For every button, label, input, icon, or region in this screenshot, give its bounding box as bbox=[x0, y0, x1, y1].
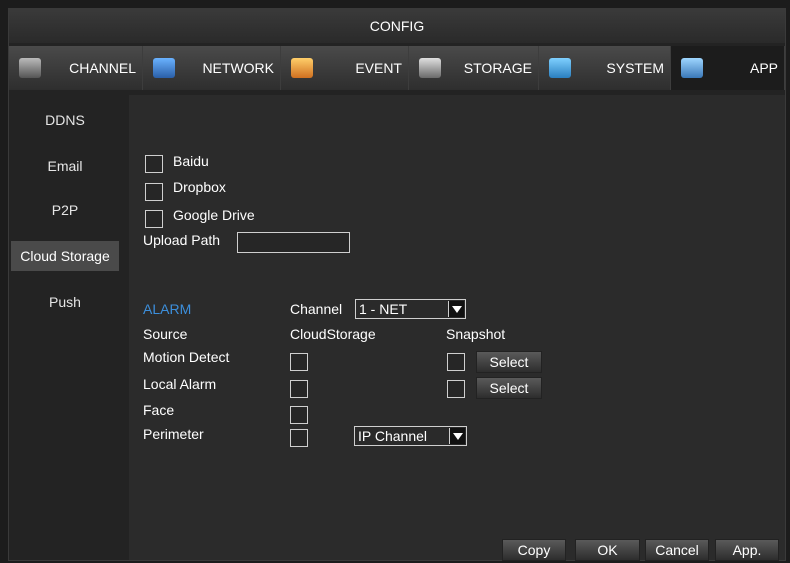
face-label: Face bbox=[143, 402, 175, 418]
storage-icon bbox=[419, 58, 441, 78]
sidebar-item-email[interactable]: Email bbox=[9, 151, 121, 181]
sidebar-item-cloud-storage[interactable]: Cloud Storage bbox=[11, 241, 119, 271]
google-drive-label: Google Drive bbox=[173, 207, 255, 223]
tab-event[interactable]: EVENT bbox=[281, 46, 409, 90]
source-header: Source bbox=[143, 326, 188, 342]
chevron-down-icon bbox=[449, 428, 465, 444]
channel-select-value: 1 - NET bbox=[359, 301, 408, 317]
dropbox-label: Dropbox bbox=[173, 179, 226, 195]
local-alarm-snapshot-checkbox[interactable] bbox=[447, 380, 465, 398]
tab-channel-label: CHANNEL bbox=[69, 60, 136, 76]
baidu-label: Baidu bbox=[173, 153, 209, 169]
config-window: CONFIG CHANNEL NETWORK EVENT STORAGE SYS… bbox=[8, 8, 786, 561]
sidebar-item-p2p[interactable]: P2P bbox=[9, 195, 121, 225]
tab-system[interactable]: SYSTEM bbox=[539, 46, 671, 90]
perimeter-channel-select[interactable]: IP Channel bbox=[354, 426, 467, 446]
cloud-storage-panel: Baidu Dropbox Google Drive Upload Path A… bbox=[129, 95, 785, 561]
snapshot-header: Snapshot bbox=[446, 326, 506, 342]
motion-detect-label: Motion Detect bbox=[143, 349, 230, 365]
network-icon bbox=[153, 58, 175, 78]
perimeter-cloud-checkbox[interactable] bbox=[290, 429, 308, 447]
local-alarm-label: Local Alarm bbox=[143, 376, 217, 392]
camera-icon bbox=[19, 58, 41, 78]
event-icon bbox=[291, 58, 313, 78]
window-title: CONFIG bbox=[9, 9, 785, 43]
motion-detect-select-button[interactable]: Select bbox=[476, 351, 542, 373]
apply-button[interactable]: App. bbox=[715, 539, 779, 561]
tab-network-label: NETWORK bbox=[202, 60, 274, 76]
perimeter-channel-value: IP Channel bbox=[358, 428, 428, 444]
local-alarm-cloud-checkbox[interactable] bbox=[290, 380, 308, 398]
channel-label: Channel bbox=[290, 301, 343, 317]
app-icon bbox=[681, 58, 703, 78]
tab-app-label: APP bbox=[749, 60, 778, 76]
tab-event-label: EVENT bbox=[355, 60, 402, 76]
sidebar-item-push[interactable]: Push bbox=[9, 287, 121, 317]
motion-detect-cloud-checkbox[interactable] bbox=[290, 353, 308, 371]
alarm-heading: ALARM bbox=[143, 301, 192, 317]
face-cloud-checkbox[interactable] bbox=[290, 406, 308, 424]
perimeter-label: Perimeter bbox=[143, 426, 204, 442]
local-alarm-select-button[interactable]: Select bbox=[476, 377, 542, 399]
dropbox-checkbox[interactable] bbox=[145, 183, 163, 201]
baidu-checkbox[interactable] bbox=[145, 155, 163, 173]
upload-path-input[interactable] bbox=[237, 232, 350, 253]
sidebar: DDNS Email P2P Cloud Storage Push bbox=[9, 95, 127, 555]
tab-channel[interactable]: CHANNEL bbox=[9, 46, 143, 90]
copy-button[interactable]: Copy bbox=[502, 539, 566, 561]
channel-select[interactable]: 1 - NET bbox=[355, 299, 466, 319]
tab-app[interactable]: APP bbox=[671, 46, 785, 90]
system-icon bbox=[549, 58, 571, 78]
tab-storage-label: STORAGE bbox=[463, 60, 532, 76]
google-drive-checkbox[interactable] bbox=[145, 210, 163, 228]
main-tab-bar: CHANNEL NETWORK EVENT STORAGE SYSTEM APP bbox=[9, 46, 785, 90]
tab-network[interactable]: NETWORK bbox=[143, 46, 281, 90]
tab-storage[interactable]: STORAGE bbox=[409, 46, 539, 90]
ok-button[interactable]: OK bbox=[575, 539, 640, 561]
tab-system-label: SYSTEM bbox=[606, 60, 664, 76]
cloudstorage-header: CloudStorage bbox=[290, 326, 376, 342]
sidebar-item-ddns[interactable]: DDNS bbox=[9, 105, 121, 135]
cancel-button[interactable]: Cancel bbox=[645, 539, 709, 561]
chevron-down-icon bbox=[448, 301, 464, 317]
upload-path-label: Upload Path bbox=[143, 232, 221, 248]
motion-detect-snapshot-checkbox[interactable] bbox=[447, 353, 465, 371]
